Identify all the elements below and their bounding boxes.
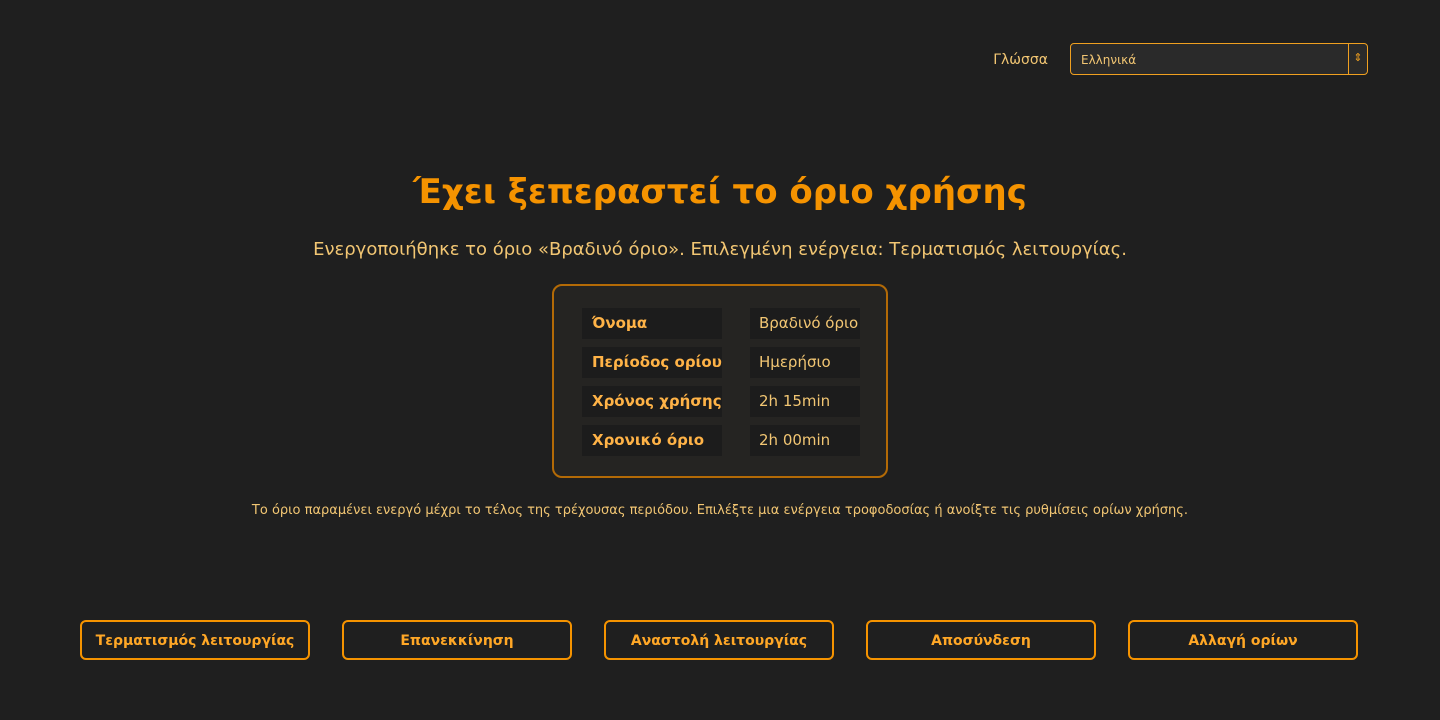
detail-value: Βραδινό όριο (750, 308, 860, 339)
detail-value: 2h 00min (750, 425, 860, 456)
language-selected-value: Ελληνικά (1081, 53, 1137, 67)
limit-details-card: Όνομα Βραδινό όριο Περίοδος ορίου Ημερήσ… (552, 284, 888, 478)
detail-key: Περίοδος ορίου (582, 347, 722, 378)
detail-value: 2h 15min (750, 386, 860, 417)
usage-limit-screen: Γλώσσα Ελληνικά ⇕ Έχει ξεπεραστεί το όρι… (0, 0, 1440, 720)
restart-button[interactable]: Επανεκκίνηση (342, 620, 572, 660)
shutdown-button[interactable]: Τερματισμός λειτουργίας (80, 620, 310, 660)
info-note: Το όριο παραμένει ενεργό μέχρι το τέλος … (251, 503, 1189, 518)
detail-key: Χρονικό όριο (582, 425, 722, 456)
sort-arrows-icon[interactable]: ⇕ (1353, 51, 1363, 65)
detail-key: Χρόνος χρήσης (582, 386, 722, 417)
page-title: Έχει ξεπεραστεί το όριο χρήσης (413, 172, 1027, 212)
select-divider (1348, 44, 1349, 74)
detail-key: Όνομα (582, 308, 722, 339)
change-limits-button[interactable]: Αλλαγή ορίων (1128, 620, 1358, 660)
language-select[interactable]: Ελληνικά ⇕ (1070, 43, 1368, 75)
language-label: Γλώσσα (993, 52, 1048, 68)
page-subtitle: Ενεργοποιήθηκε το όριο «Βραδινό όριο». Ε… (313, 239, 1127, 260)
sleep-button[interactable]: Αναστολή λειτουργίας (604, 620, 834, 660)
detail-value: Ημερήσιο (750, 347, 860, 378)
logout-button[interactable]: Αποσύνδεση (866, 620, 1096, 660)
